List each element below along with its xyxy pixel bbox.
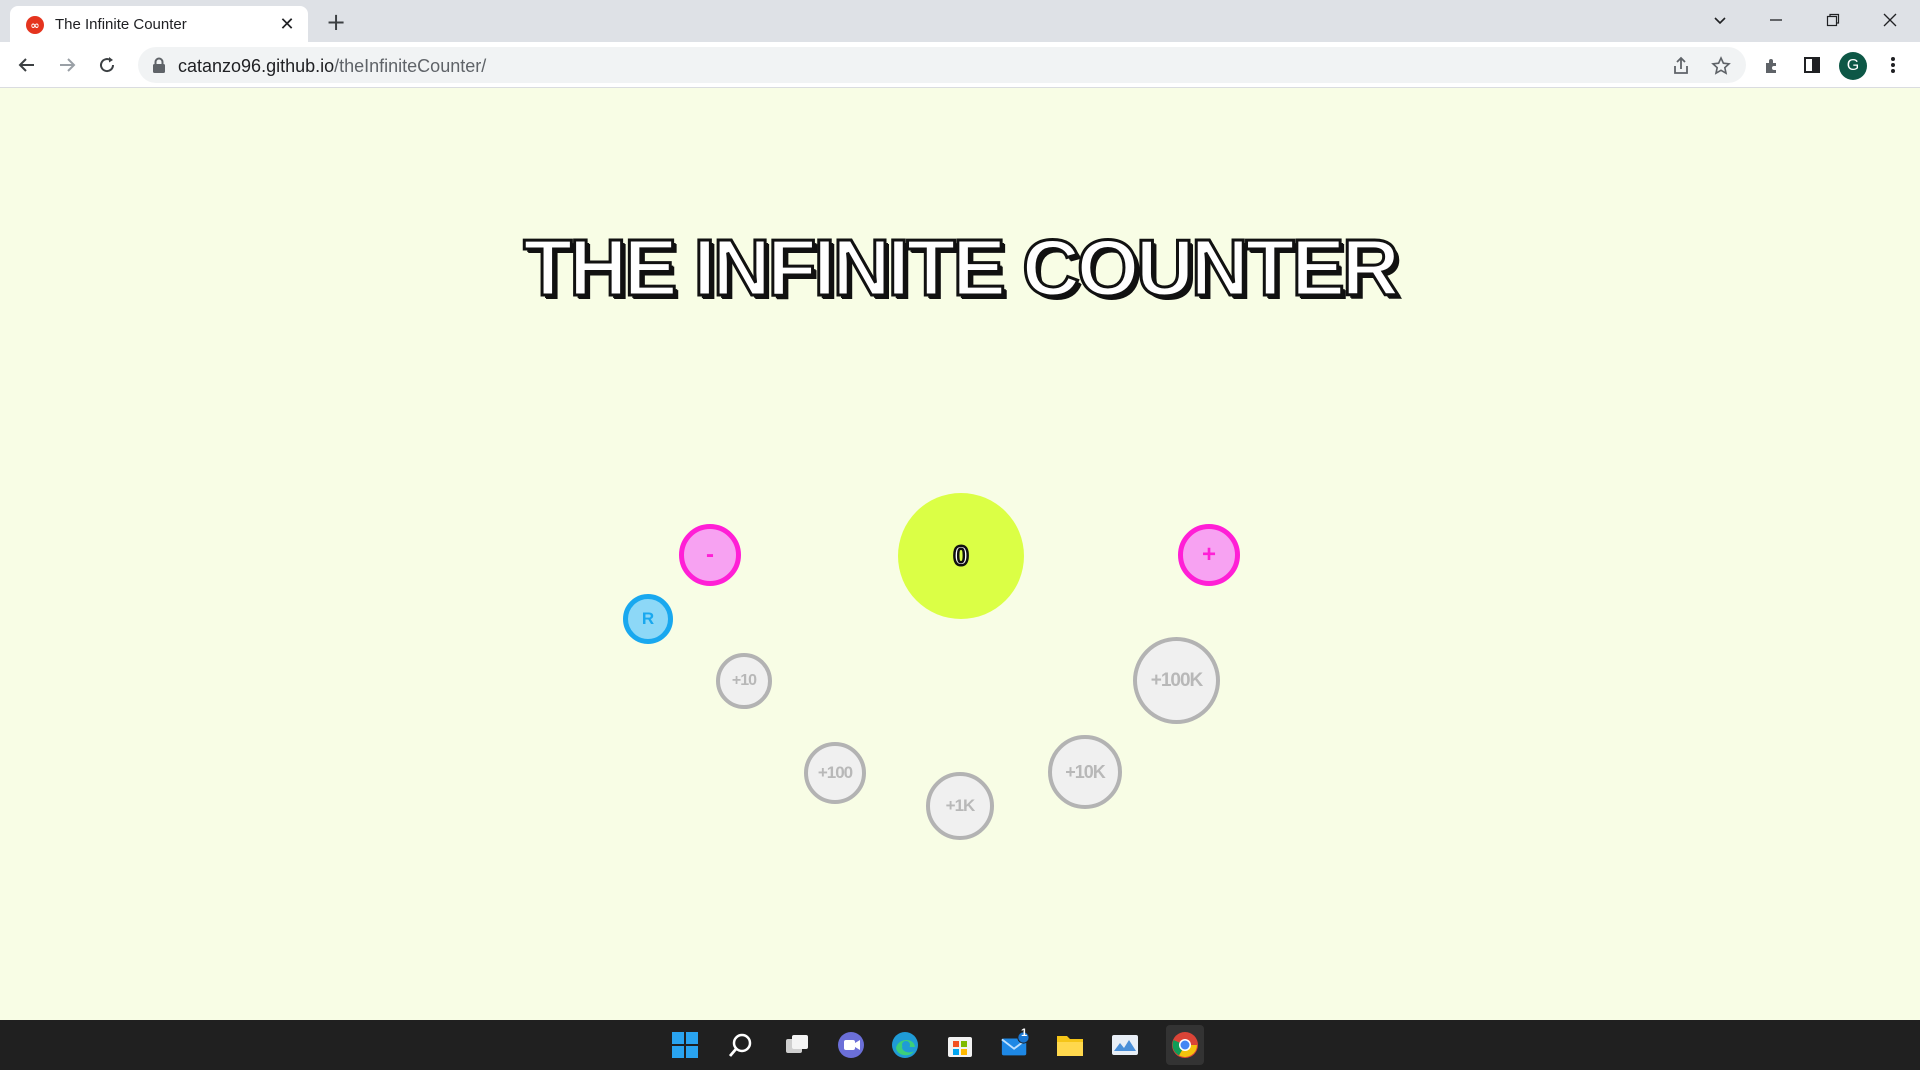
reset-button[interactable]: R [623, 594, 673, 644]
increment-button[interactable]: + [1178, 524, 1240, 586]
chat-icon[interactable] [836, 1030, 866, 1060]
url-text: catanzo96.github.io/theInfiniteCounter/ [178, 56, 486, 77]
photos-icon[interactable] [1110, 1030, 1140, 1060]
lock-icon [153, 57, 165, 73]
add-1k-button[interactable]: +1K [926, 772, 994, 840]
edge-icon[interactable] [890, 1030, 920, 1060]
minimize-icon[interactable] [1756, 6, 1796, 34]
url-path: /theInfiniteCounter/ [334, 56, 487, 76]
reload-icon[interactable] [93, 51, 121, 79]
browser-tab[interactable]: ∞ The Infinite Counter ✕ [10, 6, 308, 42]
search-icon[interactable] [726, 1030, 756, 1060]
profile-avatar[interactable]: G [1839, 52, 1867, 80]
decrement-button[interactable]: - [679, 524, 741, 586]
share-icon[interactable] [1668, 53, 1694, 79]
mail-badge: 1 [1021, 1027, 1028, 1039]
increment-label: + [1201, 541, 1216, 568]
browser-toolbar: catanzo96.github.io/theInfiniteCounter/ … [0, 42, 1920, 88]
favicon-icon: ∞ [26, 16, 44, 34]
taskbar: 1 [0, 1020, 1920, 1070]
add-10k-label: +10K [1065, 761, 1106, 782]
store-icon[interactable] [945, 1030, 975, 1060]
page-title: The Infinite Counter [522, 222, 1401, 314]
tab-title: The Infinite Counter [55, 16, 187, 33]
mail-icon[interactable]: 1 [1000, 1027, 1030, 1060]
decrement-label: - [706, 541, 714, 568]
chrome-icon[interactable] [1166, 1025, 1204, 1065]
task-view-icon[interactable] [782, 1030, 812, 1060]
restore-icon[interactable] [1813, 6, 1853, 34]
url-host: catanzo96.github.io [178, 56, 335, 76]
add-100k-button[interactable]: +100K [1133, 637, 1220, 724]
add-1k-label: +1K [945, 796, 976, 815]
forward-icon[interactable] [53, 51, 81, 79]
menu-icon[interactable] [1880, 52, 1906, 78]
tab-close-icon[interactable]: ✕ [276, 13, 298, 35]
back-icon[interactable] [13, 51, 41, 79]
start-icon[interactable] [670, 1030, 700, 1060]
tab-search-icon[interactable] [1700, 6, 1740, 34]
bookmark-star-icon[interactable] [1708, 53, 1734, 79]
address-bar[interactable]: catanzo96.github.io/theInfiniteCounter/ [138, 47, 1746, 83]
close-window-icon[interactable] [1870, 6, 1910, 34]
add-100-button[interactable]: +100 [804, 742, 866, 804]
file-explorer-icon[interactable] [1055, 1030, 1085, 1060]
add-10-label: +10 [731, 672, 757, 689]
counter-value: 0 [952, 539, 970, 573]
extensions-icon[interactable] [1759, 52, 1785, 78]
reset-label: R [641, 609, 655, 628]
add-10k-button[interactable]: +10K [1048, 735, 1122, 809]
counter-display: 0 [898, 493, 1024, 619]
new-tab-button[interactable]: + [322, 8, 350, 36]
tab-strip: ∞ The Infinite Counter ✕ + [0, 0, 1920, 42]
add-10-button[interactable]: +10 [716, 653, 772, 709]
add-100k-label: +100K [1150, 669, 1204, 691]
side-panel-icon[interactable] [1799, 52, 1825, 78]
add-100-label: +100 [817, 763, 853, 782]
